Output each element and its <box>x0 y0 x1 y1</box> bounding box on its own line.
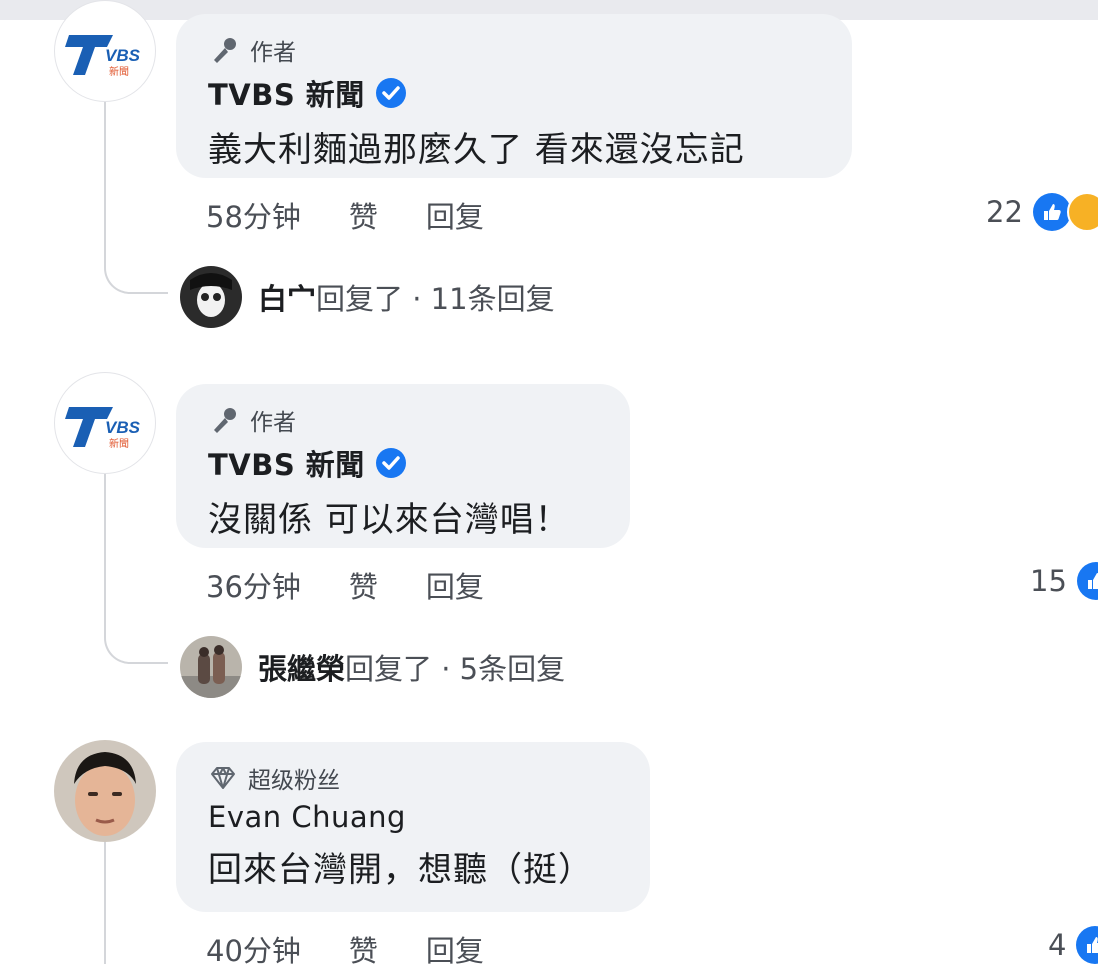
comment-author[interactable]: TVBS 新聞 <box>208 442 598 484</box>
author-name-text[interactable]: TVBS 新聞 <box>208 72 365 114</box>
author-name-text[interactable]: TVBS 新聞 <box>208 442 365 484</box>
tvbs-logo-icon: VBS 新聞 <box>65 35 141 78</box>
reply-count: · 5条回复 <box>441 652 566 686</box>
replier-name: 張繼榮 <box>258 652 346 686</box>
reaction-summary[interactable]: 22 <box>986 192 1098 232</box>
thread-line <box>104 842 106 964</box>
svg-text:VBS: VBS <box>105 418 141 437</box>
like-icon <box>1076 926 1098 964</box>
reaction-count: 22 <box>986 195 1023 229</box>
like-button[interactable]: 赞 <box>349 194 378 236</box>
reply-button[interactable]: 回复 <box>426 564 484 606</box>
reaction-count: 15 <box>1030 564 1067 598</box>
user-avatar[interactable] <box>54 740 156 842</box>
comment-time[interactable]: 58分钟 <box>206 194 301 236</box>
badge-label: 超级粉丝 <box>248 768 340 794</box>
verified-badge-icon <box>375 78 406 108</box>
badge-label: 作者 <box>250 410 296 436</box>
svg-text:新聞: 新聞 <box>109 437 129 450</box>
verified-badge-icon <box>375 448 406 478</box>
reply-connector <box>104 252 168 294</box>
author-badge: 超级粉丝 <box>208 762 618 794</box>
comment-text: 回來台灣開，想聽（挺） <box>208 850 593 890</box>
user-photo <box>54 740 156 842</box>
comment-text: 義大利麵過那麼久了 看來還沒忘記 <box>208 130 745 170</box>
reply-button[interactable]: 回复 <box>426 194 484 236</box>
tvbs-avatar[interactable]: VBS 新聞 <box>54 372 156 474</box>
like-button[interactable]: 赞 <box>349 564 378 606</box>
author-badge: 作者 <box>208 404 598 436</box>
view-replies[interactable]: 白宀回复了 · 11条回复 <box>180 266 555 328</box>
svg-text:新聞: 新聞 <box>109 65 129 78</box>
tvbs-logo-icon: VBS 新聞 <box>65 407 141 450</box>
reaction-summary[interactable]: 4 <box>1048 926 1098 964</box>
comment-author[interactable]: TVBS 新聞 <box>208 72 820 114</box>
comment-bubble: 作者 TVBS 新聞 沒關係 可以來台灣唱！ <box>176 384 630 548</box>
replier-avatar[interactable] <box>180 266 242 328</box>
microphone-icon <box>214 38 236 63</box>
reply-count: · 11条回复 <box>412 282 555 316</box>
thread-line <box>104 474 106 622</box>
comment-text: 沒關係 可以來台灣唱！ <box>208 500 570 540</box>
replier-name: 白宀 <box>258 282 317 316</box>
reaction-count: 4 <box>1048 928 1067 962</box>
microphone-icon <box>214 408 236 433</box>
svg-text:VBS: VBS <box>105 46 141 65</box>
badge-label: 作者 <box>250 40 296 66</box>
like-icon <box>1032 193 1071 231</box>
replied-text: 回复了 <box>316 282 404 316</box>
comment-author[interactable]: Evan Chuang <box>208 800 618 834</box>
comment-actions: 58分钟 赞 回复 <box>206 194 532 236</box>
reply-connector <box>104 622 168 664</box>
comment-bubble: 超级粉丝 Evan Chuang 回來台灣開，想聽（挺） <box>176 742 650 912</box>
tvbs-avatar[interactable]: VBS 新聞 <box>54 0 156 102</box>
replier-avatar[interactable] <box>180 636 242 698</box>
like-icon <box>1076 562 1098 600</box>
diamond-icon <box>211 767 235 789</box>
comment-actions: 36分钟 赞 回复 <box>206 564 532 606</box>
author-name-text[interactable]: Evan Chuang <box>208 800 406 834</box>
haha-icon <box>1066 192 1098 232</box>
comment-time[interactable]: 36分钟 <box>206 564 301 606</box>
comment-bubble: 作者 TVBS 新聞 義大利麵過那麼久了 看來還沒忘記 <box>176 14 852 178</box>
replied-text: 回复了 <box>345 652 433 686</box>
thread-line <box>104 102 106 252</box>
view-replies[interactable]: 張繼榮回复了 · 5条回复 <box>180 636 565 698</box>
author-badge: 作者 <box>208 34 820 66</box>
reaction-summary[interactable]: 15 <box>1030 562 1098 600</box>
